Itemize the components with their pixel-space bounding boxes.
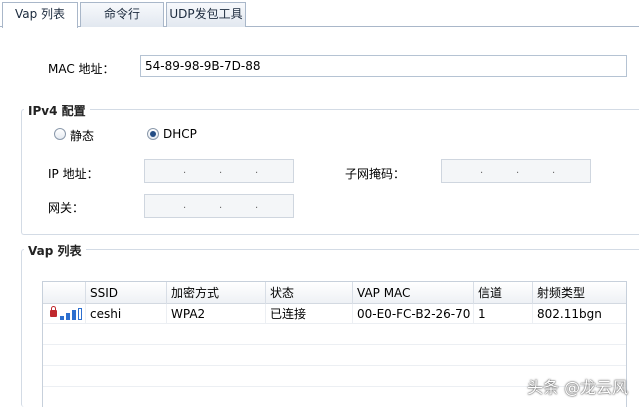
ip-dot: . — [219, 200, 223, 211]
ip-dot: . — [183, 165, 187, 176]
static-radio[interactable] — [54, 128, 66, 140]
signal-icon — [60, 308, 84, 320]
table-row[interactable]: ceshi WPA2 已连接 00-E0-FC-B2-26-70 1 802.1… — [43, 304, 626, 324]
cell-channel: 1 — [473, 304, 532, 324]
ip-address-label: IP 地址： — [48, 167, 99, 181]
col-header-status[interactable]: 状态 — [265, 282, 352, 304]
lock-icon — [50, 306, 57, 317]
tab-command-line[interactable]: 命令行 — [80, 2, 164, 27]
ip-dot: . — [183, 200, 187, 211]
ipv4-group-title: IPv4 配置 — [24, 102, 90, 119]
ip-dot: . — [480, 165, 484, 176]
static-radio-label[interactable]: 静态 — [70, 127, 94, 144]
gateway-label: 网关： — [48, 201, 85, 215]
col-header-vap-mac[interactable]: VAP MAC — [352, 282, 473, 304]
table-header: SSID 加密方式 状态 VAP MAC 信道 射频类型 — [43, 282, 626, 304]
cell-radio-type: 802.11bgn — [532, 304, 626, 324]
tab-vap-list[interactable]: Vap 列表 — [2, 2, 78, 28]
vap-group-title: Vap 列表 — [24, 242, 86, 259]
row-icons — [43, 304, 85, 324]
dhcp-radio[interactable] — [147, 128, 159, 140]
watermark-text: 头条 @龙云风 — [527, 378, 629, 397]
cell-encryption: WPA2 — [166, 304, 265, 324]
table-row-empty — [43, 325, 626, 345]
ip-dot: . — [255, 200, 259, 211]
ip-dot: . — [255, 165, 259, 176]
ip-dot: . — [516, 165, 520, 176]
subnet-mask-label: 子网掩码： — [345, 167, 406, 181]
cell-status: 已连接 — [265, 304, 352, 324]
col-header-encryption[interactable]: 加密方式 — [166, 282, 265, 304]
ip-dot: . — [219, 165, 223, 176]
tab-udp-tool[interactable]: UDP发包工具 — [166, 2, 246, 27]
mac-input[interactable]: 54-89-98-9B-7D-88 — [140, 55, 627, 77]
ip-dot: . — [552, 165, 556, 176]
signal-bar — [60, 316, 64, 320]
signal-bar — [78, 308, 82, 320]
tab-bar: Vap 列表 命令行 UDP发包工具 — [0, 0, 639, 28]
col-header-radio-type[interactable]: 射频类型 — [532, 282, 626, 304]
signal-bar — [72, 310, 76, 320]
dhcp-radio-label[interactable]: DHCP — [163, 127, 197, 141]
mac-label: MAC 地址： — [48, 62, 115, 76]
cell-vap-mac: 00-E0-FC-B2-26-70 — [352, 304, 473, 324]
ip-address-input[interactable]: . . . — [144, 159, 294, 183]
col-header-ssid[interactable]: SSID — [85, 282, 166, 304]
gateway-input[interactable]: . . . — [144, 194, 294, 218]
col-header-icon[interactable] — [43, 282, 85, 304]
signal-bar — [66, 313, 70, 320]
cell-ssid: ceshi — [85, 304, 166, 324]
table-row-empty — [43, 346, 626, 366]
subnet-mask-input[interactable]: . . . — [441, 159, 591, 183]
col-header-channel[interactable]: 信道 — [473, 282, 532, 304]
